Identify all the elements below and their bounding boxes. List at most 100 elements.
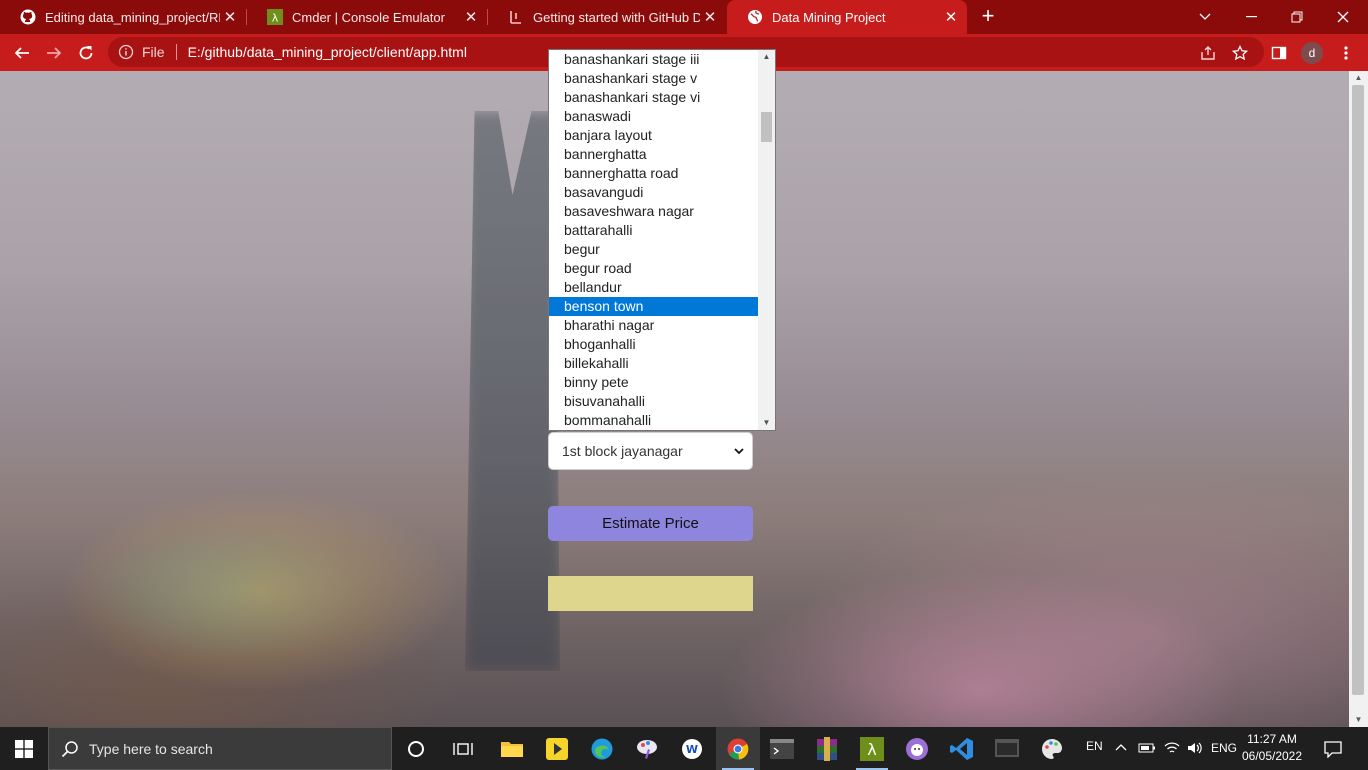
tab-strip: Editing data_mining_project/README.md ✕ … <box>0 0 1368 34</box>
dropdown-option[interactable]: basaveshwara nagar <box>549 202 759 221</box>
writer-app-button[interactable]: W <box>670 727 714 770</box>
close-icon[interactable]: ✕ <box>941 8 961 26</box>
cmder-taskbar-button[interactable]: λ <box>850 727 894 770</box>
close-icon[interactable]: ✕ <box>220 8 240 26</box>
terminal-button[interactable] <box>760 727 804 770</box>
player-app-button[interactable] <box>535 727 579 770</box>
chevron-up-icon[interactable] <box>1115 743 1127 751</box>
new-tab-button[interactable]: + <box>976 5 1000 29</box>
notifications-icon[interactable] <box>1324 740 1342 758</box>
tab-github-readme[interactable]: Editing data_mining_project/README.md ✕ <box>0 0 246 34</box>
dropdown-option[interactable]: begur road <box>549 259 759 278</box>
url-text[interactable]: E:/github/data_mining_project/client/app… <box>188 44 467 60</box>
dropdown-option[interactable]: bisuvanahalli <box>549 392 759 411</box>
windows-taskbar: Type here to search W λ EN ENG 11:27 AM … <box>0 727 1368 770</box>
dropdown-option[interactable]: banashankari stage vi <box>549 88 759 107</box>
dropdown-option[interactable]: bannerghatta road <box>549 164 759 183</box>
tab-search-button[interactable] <box>1182 0 1228 34</box>
minimize-button[interactable] <box>1228 0 1274 34</box>
dropdown-option[interactable]: battarahalli <box>549 221 759 240</box>
scroll-up-arrow[interactable]: ▲ <box>1349 71 1368 85</box>
edge-icon <box>591 738 613 759</box>
remote-desktop-button[interactable] <box>985 727 1029 770</box>
github-desktop-icon <box>906 737 928 760</box>
battery-icon[interactable] <box>1138 741 1156 755</box>
tab-github-desktop[interactable]: Getting started with GitHub Desktop ✕ <box>488 0 726 34</box>
back-arrow-icon <box>14 47 29 59</box>
chrome-button[interactable] <box>716 727 760 770</box>
dropdown-option[interactable]: bharathi nagar <box>549 316 759 335</box>
kebab-menu-icon <box>1344 46 1348 60</box>
github-icon <box>20 9 36 25</box>
reload-button[interactable] <box>72 39 100 67</box>
input-language[interactable]: ENG <box>1211 741 1237 755</box>
cortana-button[interactable] <box>394 727 438 770</box>
close-window-button[interactable] <box>1320 0 1366 34</box>
tab-data-mining-project[interactable]: Data Mining Project ✕ <box>727 0 967 34</box>
location-select-value: 1st block jayanagar <box>562 443 683 459</box>
page-scrollbar[interactable]: ▲ ▼ <box>1349 71 1368 727</box>
restore-button[interactable] <box>1274 0 1320 34</box>
forward-button[interactable] <box>40 39 68 67</box>
tab-cmder[interactable]: λ Cmder | Console Emulator ✕ <box>247 0 487 34</box>
cmder-icon: λ <box>267 9 283 25</box>
info-icon[interactable] <box>118 44 134 60</box>
location-dropdown-list[interactable]: banashankari stage iii banashankari stage… <box>548 49 776 431</box>
close-icon[interactable]: ✕ <box>700 8 720 26</box>
dropdown-scroll-up-arrow[interactable]: ▲ <box>758 50 775 64</box>
paint-3d-button[interactable] <box>1030 727 1074 770</box>
dropdown-option[interactable]: bellandur <box>549 278 759 297</box>
task-view-icon <box>453 742 473 755</box>
paint-app-button[interactable] <box>625 727 669 770</box>
volume-icon[interactable] <box>1186 740 1204 756</box>
tab-label: Editing data_mining_project/README.md <box>45 9 220 25</box>
reload-icon <box>79 46 93 60</box>
dropdown-option[interactable]: begur <box>549 240 759 259</box>
dropdown-scroll-down-arrow[interactable]: ▼ <box>758 416 775 430</box>
task-view-button[interactable] <box>441 727 485 770</box>
bookmark-button[interactable] <box>1226 39 1254 67</box>
dropdown-option[interactable]: binny pete <box>549 373 759 392</box>
dropdown-option[interactable]: benson town <box>549 297 759 316</box>
taskbar-search[interactable]: Type here to search <box>48 727 392 770</box>
file-explorer-button[interactable] <box>490 727 534 770</box>
forward-arrow-icon <box>47 47 62 59</box>
cmder-icon: λ <box>860 736 884 761</box>
svg-text:λ: λ <box>272 12 279 25</box>
dropdown-option[interactable]: basavangudi <box>549 183 759 202</box>
globe-icon <box>747 9 763 25</box>
star-icon <box>1232 45 1248 61</box>
clock-date: 06/05/2022 <box>1241 749 1303 763</box>
vscode-button[interactable] <box>940 727 984 770</box>
dropdown-option[interactable]: bommanahalli <box>549 411 759 430</box>
location-select[interactable]: 1st block jayanagar <box>548 432 753 470</box>
dropdown-scroll-thumb[interactable] <box>761 112 772 142</box>
menu-button[interactable] <box>1332 39 1360 67</box>
system-clock[interactable]: 11:27 AM 06/05/2022 <box>1240 731 1304 765</box>
dropdown-scrollbar[interactable]: ▲ ▼ <box>758 50 775 430</box>
edge-button[interactable] <box>580 727 624 770</box>
dropdown-option[interactable]: banashankari stage iii <box>549 50 759 69</box>
wifi-icon[interactable] <box>1163 740 1181 756</box>
close-icon[interactable]: ✕ <box>461 8 481 26</box>
dropdown-option[interactable]: bannerghatta <box>549 145 759 164</box>
dropdown-option[interactable]: bhoganhalli <box>549 335 759 354</box>
github-desktop-taskbar-button[interactable] <box>895 727 939 770</box>
scroll-down-arrow[interactable]: ▼ <box>1349 713 1368 727</box>
share-button[interactable] <box>1194 39 1222 67</box>
dropdown-option[interactable]: banashankari stage v <box>549 69 759 88</box>
winrar-button[interactable] <box>805 727 849 770</box>
back-button[interactable] <box>8 39 36 67</box>
dropdown-option[interactable]: banaswadi <box>549 107 759 126</box>
language-indicator[interactable]: EN <box>1086 739 1103 753</box>
side-panel-button[interactable] <box>1265 39 1293 67</box>
clock-time: 11:27 AM <box>1247 732 1297 746</box>
start-button[interactable] <box>0 727 48 770</box>
scrollbar-thumb[interactable] <box>1352 85 1364 695</box>
estimated-price-result <box>548 576 753 611</box>
dropdown-option[interactable]: billekahalli <box>549 354 759 373</box>
dropdown-option[interactable]: banjara layout <box>549 126 759 145</box>
profile-avatar[interactable]: d <box>1301 42 1323 64</box>
estimate-price-button[interactable]: Estimate Price <box>548 506 753 541</box>
scheme-label: File <box>142 44 165 60</box>
